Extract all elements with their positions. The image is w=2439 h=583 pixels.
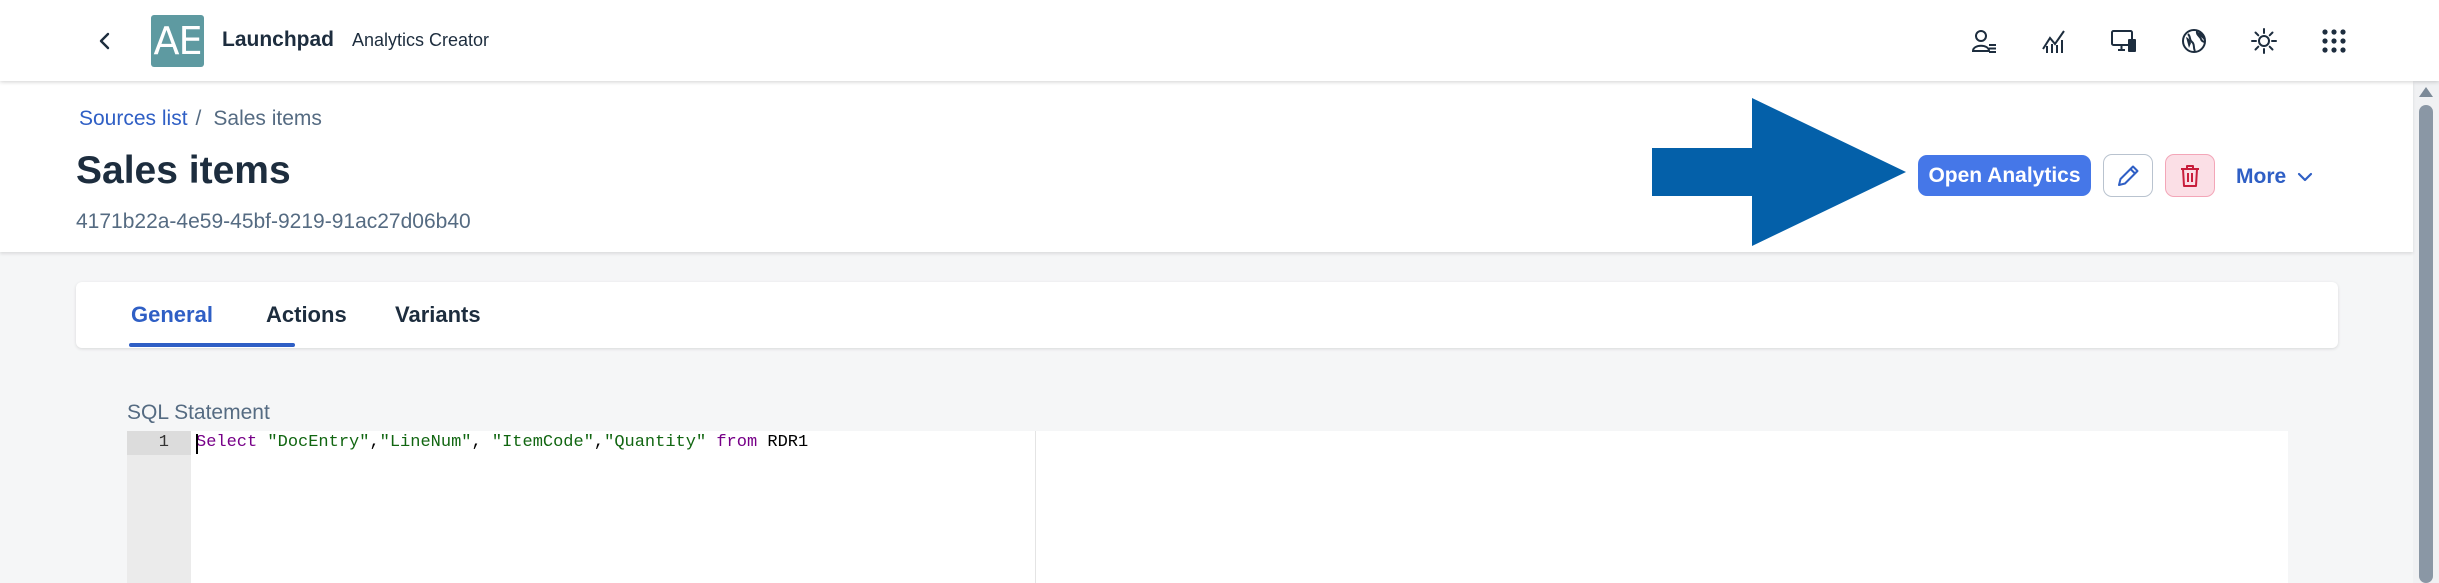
code-comma: , — [471, 433, 492, 452]
user-settings-icon[interactable] — [1963, 20, 2005, 62]
edit-button[interactable] — [2103, 154, 2153, 197]
breadcrumb-current: Sales items — [213, 107, 322, 130]
string-itemcode: "ItemCode" — [491, 433, 594, 452]
chevron-down-icon — [2298, 172, 2313, 182]
trash-icon — [2181, 164, 2199, 187]
string-linenum: "LineNum" — [379, 433, 472, 452]
editor-gutter: 1 — [127, 431, 191, 583]
shell-bar: AE Launchpad Analytics Creator — [0, 0, 2439, 81]
open-analytics-button[interactable]: Open Analytics — [1918, 155, 2091, 196]
breadcrumb: Sources list / Sales items — [79, 107, 322, 131]
keyword-select: Select — [196, 433, 258, 452]
annotation-arrow-icon — [1652, 98, 1906, 246]
object-page-header: Sources list / Sales items Sales items 4… — [0, 81, 2413, 252]
page-title: Sales items — [76, 149, 291, 192]
object-id: 4171b22a-4e59-45bf-9219-91ac27d06b40 — [76, 210, 471, 233]
delete-button[interactable] — [2165, 154, 2215, 197]
breadcrumb-separator: / — [195, 107, 202, 130]
active-tab-indicator — [129, 343, 295, 347]
app-logo[interactable]: AE — [151, 15, 204, 67]
keyword-from: from — [716, 433, 758, 452]
launchpad-link[interactable]: Launchpad — [222, 28, 334, 52]
back-button[interactable] — [88, 24, 122, 58]
code-comma: , — [369, 433, 380, 452]
line-number: 1 — [158, 433, 169, 452]
more-button[interactable]: More — [2236, 159, 2314, 195]
pencil-icon — [2118, 165, 2139, 186]
more-button-label: More — [2236, 165, 2287, 188]
globe-icon[interactable] — [2173, 20, 2215, 62]
table-name: RDR1 — [757, 433, 809, 452]
tab-actions[interactable]: Actions — [266, 302, 347, 328]
sql-statement-label: SQL Statement — [127, 401, 270, 424]
string-quantity: "Quantity" — [604, 433, 707, 452]
tab-bar: General Actions Variants — [76, 282, 2338, 348]
breadcrumb-link-sources-list[interactable]: Sources list — [79, 107, 188, 131]
sql-editor[interactable]: 1 Select "DocEntry","LineNum", "ItemCode… — [127, 431, 2288, 583]
app-title: Analytics Creator — [352, 30, 490, 50]
device-icon[interactable] — [2103, 20, 2145, 62]
code-comma: , — [593, 433, 605, 452]
analytics-icon[interactable] — [2033, 20, 2075, 62]
text-cursor — [196, 434, 198, 454]
string-docentry: "DocEntry" — [267, 433, 370, 452]
page-scrollbar[interactable] — [2413, 81, 2439, 583]
tab-general[interactable]: General — [131, 302, 213, 328]
chevron-left-icon — [99, 32, 110, 50]
print-margin — [1035, 431, 1036, 583]
scroll-thumb[interactable] — [2419, 105, 2433, 583]
theme-icon[interactable] — [2243, 20, 2285, 62]
app-grid-icon[interactable] — [2313, 20, 2355, 62]
tab-variants[interactable]: Variants — [395, 302, 481, 328]
code-line[interactable]: Select "DocEntry","LineNum", "ItemCode",… — [196, 433, 808, 452]
scroll-up-arrow-icon[interactable] — [2419, 87, 2433, 97]
shell-actions — [1963, 20, 2355, 62]
